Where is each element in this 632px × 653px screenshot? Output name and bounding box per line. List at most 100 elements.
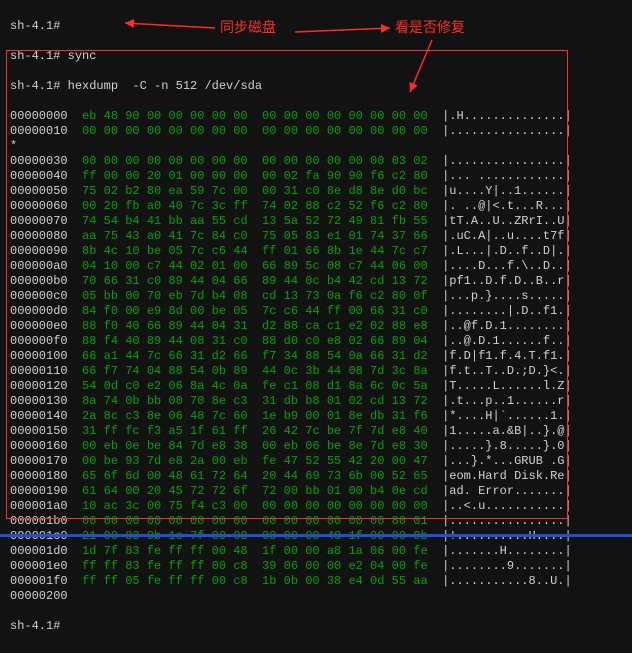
hex-ascii: |........|.D..f1.| (428, 304, 572, 318)
hex-addr: 00000150 (10, 424, 68, 438)
hex-bytes: 88 f0 40 66 89 44 04 31 d2 88 ca c1 e2 0… (68, 319, 428, 333)
hex-bytes: 74 54 b4 41 bb aa 55 cd 13 5a 52 72 49 8… (68, 214, 428, 228)
hex-addr: 00000190 (10, 484, 68, 498)
hex-bytes: ff ff 83 fe ff ff 00 c8 39 06 00 00 e2 0… (68, 559, 428, 573)
prompt-line[interactable]: sh-4.1# sync (10, 49, 622, 64)
hex-ascii: |...p.}....s.....| (428, 289, 572, 303)
hex-ascii: |..@f.D.1........| (428, 319, 572, 333)
hex-ascii: |tT.A..U..ZRrI..U| (428, 214, 572, 228)
hex-bytes: 1d 7f 83 fe ff ff 00 48 1f 00 00 a8 1a 0… (68, 544, 428, 558)
hex-line: 000000f0 88 f4 40 89 44 08 31 c0 88 d0 c… (10, 334, 622, 349)
command-hexdump: hexdump -C -n 512 /dev/sda (68, 79, 262, 93)
hex-addr: 000001f0 (10, 574, 68, 588)
hex-ascii: |*....H|`......1.| (428, 409, 572, 423)
hex-addr: 00000090 (10, 244, 68, 258)
hex-line: 000000c0 05 bb 00 70 eb 7d b4 08 cd 13 7… (10, 289, 622, 304)
hex-ascii: |... ............| (428, 169, 572, 183)
hex-line: 00000150 31 ff fc f3 a5 1f 61 ff 26 42 7… (10, 424, 622, 439)
hex-line: 00000110 66 f7 74 04 88 54 0b 89 44 0c 3… (10, 364, 622, 379)
hex-line: 00000180 65 6f 6d 00 48 61 72 64 20 44 6… (10, 469, 622, 484)
prompt-line[interactable]: sh-4.1# (10, 19, 622, 34)
hex-ascii: |..@.D.1......f..| (428, 334, 572, 348)
hex-ascii: |T.....L......l.Z| (428, 379, 572, 393)
hex-bytes: 00 20 fb a0 40 7c 3c ff 74 02 88 c2 52 f… (68, 199, 428, 213)
hex-bytes: 8b 4c 10 be 05 7c c6 44 ff 01 66 8b 1e 4… (68, 244, 428, 258)
hex-bytes: 00 be 93 7d e8 2a 00 eb fe 47 52 55 42 2… (68, 454, 428, 468)
hex-addr: 00000100 (10, 349, 68, 363)
prompt: sh-4.1# (10, 19, 60, 33)
hex-ascii: |........9.......| (428, 559, 572, 573)
terminal-output: sh-4.1# sh-4.1# sync sh-4.1# hexdump -C … (0, 0, 632, 653)
hexdump-output: 00000000 eb 48 90 00 00 00 00 00 00 00 0… (10, 109, 622, 604)
hex-bytes: 05 bb 00 70 eb 7d b4 08 cd 13 73 0a f6 c… (68, 289, 428, 303)
hex-addr: 000000f0 (10, 334, 68, 348)
hex-ascii: |.....}.8.....}.0| (428, 439, 572, 453)
hex-line: 00000200 (10, 589, 622, 604)
prompt-line[interactable]: sh-4.1# hexdump -C -n 512 /dev/sda (10, 79, 622, 94)
hex-ascii: |.t...p..1......r| (428, 394, 572, 408)
hex-ascii: |eom.Hard Disk.Re| (428, 469, 572, 483)
hex-ascii: |. ..@|<.t...R...| (428, 199, 572, 213)
hex-ascii: |................| (428, 154, 572, 168)
hex-bytes: 00 00 00 00 00 00 00 00 00 00 00 00 00 0… (68, 514, 428, 528)
hex-line: 000001b0 00 00 00 00 00 00 00 00 00 00 0… (10, 514, 622, 529)
hex-addr: 000000c0 (10, 289, 68, 303)
hex-ascii: |................| (428, 514, 572, 528)
hex-addr: 000000a0 (10, 259, 68, 273)
hex-line: 00000010 00 00 00 00 00 00 00 00 00 00 0… (10, 124, 622, 139)
hex-addr: 00000140 (10, 409, 68, 423)
hex-bytes: ff ff 05 fe ff ff 00 c8 1b 0b 00 38 e4 0… (68, 574, 428, 588)
prompt: sh-4.1# (10, 619, 60, 633)
hex-bytes: 31 ff fc f3 a5 1f 61 ff 26 42 7c be 7f 7… (68, 424, 428, 438)
hex-ascii: |pf1..D.f.D..B..r| (428, 274, 572, 288)
hex-line: 00000130 8a 74 0b bb 00 70 8e c3 31 db b… (10, 394, 622, 409)
hex-bytes: 75 02 b2 80 ea 59 7c 00 00 31 c0 8e d8 8… (68, 184, 428, 198)
hex-bytes: 88 f4 40 89 44 08 31 c0 88 d0 c0 e8 02 6… (68, 334, 428, 348)
hex-line: 00000000 eb 48 90 00 00 00 00 00 00 00 0… (10, 109, 622, 124)
hex-line: 000000e0 88 f0 40 66 89 44 04 31 d2 88 c… (10, 319, 622, 334)
hex-bytes: 70 66 31 c0 89 44 04 66 89 44 0c b4 42 c… (68, 274, 428, 288)
hex-bytes: 61 64 00 20 45 72 72 6f 72 00 bb 01 00 b… (68, 484, 428, 498)
hex-line: 00000140 2a 8c c3 8e 06 48 7c 60 1e b9 0… (10, 409, 622, 424)
hex-addr: 00000050 (10, 184, 68, 198)
hex-line: 000000a0 04 10 00 c7 44 02 01 00 66 89 5… (10, 259, 622, 274)
hex-bytes: 00 00 00 00 00 00 00 00 00 00 00 00 00 0… (68, 124, 428, 138)
hex-addr: 000000d0 (10, 304, 68, 318)
hex-line: 000001a0 10 ac 3c 00 75 f4 c3 00 00 00 0… (10, 499, 622, 514)
hex-line: 00000070 74 54 b4 41 bb aa 55 cd 13 5a 5… (10, 214, 622, 229)
hex-line: 00000050 75 02 b2 80 ea 59 7c 00 00 31 c… (10, 184, 622, 199)
hex-ascii: |.L...|.D..f..D|.| (428, 244, 572, 258)
hex-addr: 00000120 (10, 379, 68, 393)
hex-addr: 000001e0 (10, 559, 68, 573)
hex-addr: 00000060 (10, 199, 68, 213)
prompt: sh-4.1# (10, 49, 60, 63)
hex-ascii: |...}.*...GRUB .G| (428, 454, 572, 468)
hex-bytes: 66 a1 44 7c 66 31 d2 66 f7 34 88 54 0a 6… (68, 349, 428, 363)
hex-addr: 000001a0 (10, 499, 68, 513)
hex-addr: 00000170 (10, 454, 68, 468)
hex-line: 000000b0 70 66 31 c0 89 44 04 66 89 44 0… (10, 274, 622, 289)
hex-bytes: ff 00 00 20 01 00 00 00 00 02 fa 90 90 f… (68, 169, 428, 183)
hex-addr: 00000160 (10, 439, 68, 453)
hex-bytes: 10 ac 3c 00 75 f4 c3 00 00 00 00 00 00 0… (68, 499, 428, 513)
hex-line: 00000190 61 64 00 20 45 72 72 6f 72 00 b… (10, 484, 622, 499)
hex-line: 00000160 00 eb 0e be 84 7d e8 38 00 eb 0… (10, 439, 622, 454)
hex-addr: 000001d0 (10, 544, 68, 558)
hex-ascii: |..<.u...........| (428, 499, 572, 513)
hex-addr: 00000030 (10, 154, 68, 168)
hex-line: 00000090 8b 4c 10 be 05 7c c6 44 ff 01 6… (10, 244, 622, 259)
hex-addr: 000000b0 (10, 274, 68, 288)
command-sync: sync (68, 49, 97, 63)
hex-line: 000001d0 1d 7f 83 fe ff ff 00 48 1f 00 0… (10, 544, 622, 559)
hex-addr: 00000180 (10, 469, 68, 483)
hex-ascii: |1.....a.&B|..}.@| (428, 424, 572, 438)
hex-ascii: |f.t..T..D.;D.}<.| (428, 364, 572, 378)
hex-line: * (10, 139, 622, 154)
hex-ascii: |.H..............| (428, 109, 572, 123)
hex-bytes: 66 f7 74 04 88 54 0b 89 44 0c 3b 44 08 7… (68, 364, 428, 378)
hex-line: 000001f0 ff ff 05 fe ff ff 00 c8 1b 0b 0… (10, 574, 622, 589)
prompt-line[interactable]: sh-4.1# (10, 619, 622, 634)
hex-bytes: 65 6f 6d 00 48 61 72 64 20 44 69 73 6b 0… (68, 469, 428, 483)
prompt: sh-4.1# (10, 79, 60, 93)
hex-bytes: 00 00 00 00 00 00 00 00 00 00 00 00 00 0… (68, 154, 428, 168)
